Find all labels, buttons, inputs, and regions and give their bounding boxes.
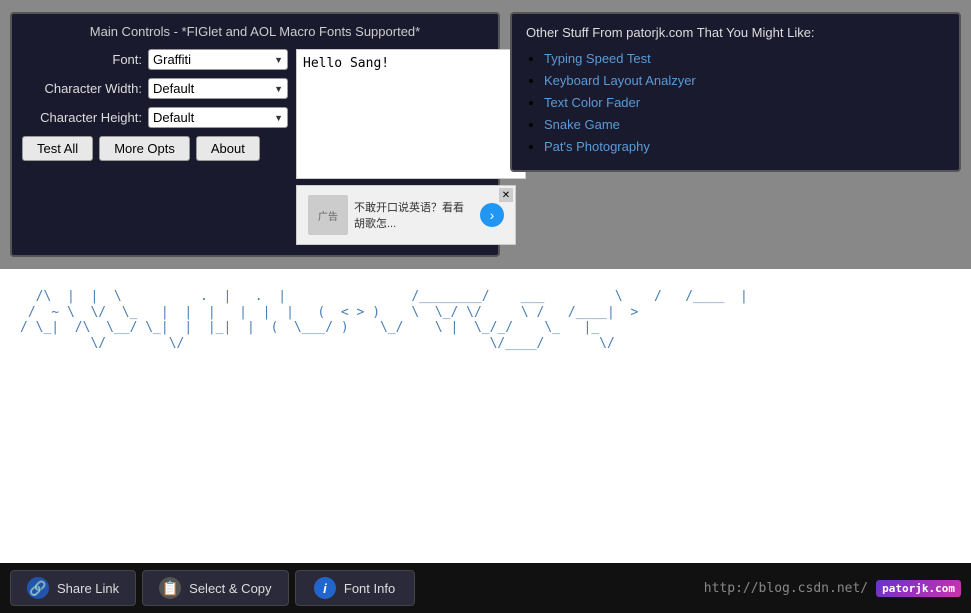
- font-info-label: Font Info: [344, 581, 395, 596]
- share-link-button[interactable]: 🔗 Share Link: [10, 570, 136, 606]
- controls-body: Font: Graffiti Banner Block Bubble Chara…: [22, 49, 488, 245]
- font-row: Font: Graffiti Banner Block Bubble: [22, 49, 288, 70]
- advertisement: ✕ 广告 不敢开口说英语？看看胡歌怎... ›: [296, 185, 516, 245]
- select-copy-button[interactable]: 📋 Select & Copy: [142, 570, 288, 606]
- char-width-select[interactable]: Default Full Fitted: [148, 78, 288, 99]
- font-select[interactable]: Graffiti Banner Block Bubble: [148, 49, 288, 70]
- select-copy-label: Select & Copy: [189, 581, 271, 596]
- list-item: Keyboard Layout Analzyer: [544, 72, 945, 90]
- font-label: Font:: [22, 52, 142, 67]
- char-height-select-wrapper[interactable]: Default Full Fitted: [148, 107, 288, 128]
- font-info-icon: i: [314, 577, 336, 599]
- controls-right-col: Hello Sang! ✕ 广告 不敢开口说英语？看看胡歌怎... ›: [296, 49, 526, 245]
- ad-close-button[interactable]: ✕: [499, 188, 513, 202]
- bottom-url-area: http://blog.csdn.net/ patorjk.com: [704, 580, 961, 597]
- keyboard-layout-link[interactable]: Keyboard Layout Analzyer: [544, 73, 696, 88]
- photography-link[interactable]: Pat's Photography: [544, 139, 650, 154]
- share-link-label: Share Link: [57, 581, 119, 596]
- other-stuff-title: Other Stuff From patorjk.com That You Mi…: [526, 24, 945, 42]
- char-width-select-wrapper[interactable]: Default Full Fitted: [148, 78, 288, 99]
- char-height-row: Character Height: Default Full Fitted: [22, 107, 288, 128]
- char-height-label: Character Height:: [22, 110, 142, 125]
- controls-left: Font: Graffiti Banner Block Bubble Chara…: [22, 49, 288, 245]
- ad-arrow[interactable]: ›: [480, 203, 504, 227]
- main-controls-panel: Main Controls - *FIGlet and AOL Macro Fo…: [10, 12, 500, 257]
- font-select-wrapper[interactable]: Graffiti Banner Block Bubble: [148, 49, 288, 70]
- brand-badge: patorjk.com: [876, 580, 961, 597]
- share-link-icon: 🔗: [27, 577, 49, 599]
- char-width-label: Character Width:: [22, 81, 142, 96]
- bottom-bar: 🔗 Share Link 📋 Select & Copy i Font Info…: [0, 563, 971, 613]
- text-preview-input[interactable]: Hello Sang!: [296, 49, 526, 179]
- about-button[interactable]: About: [196, 136, 260, 161]
- text-color-fader-link[interactable]: Text Color Fader: [544, 95, 640, 110]
- list-item: Snake Game: [544, 116, 945, 134]
- test-all-button[interactable]: Test All: [22, 136, 93, 161]
- main-controls-title: Main Controls - *FIGlet and AOL Macro Fo…: [22, 24, 488, 39]
- top-area: Main Controls - *FIGlet and AOL Macro Fo…: [0, 0, 971, 269]
- ascii-art-display: /\ | | \ . | . | /________/ ___ \ / /___…: [20, 289, 951, 351]
- ad-content: 广告 不敢开口说英语？看看胡歌怎... ›: [308, 195, 504, 235]
- other-stuff-panel: Other Stuff From patorjk.com That You Mi…: [510, 12, 961, 172]
- snake-game-link[interactable]: Snake Game: [544, 117, 620, 132]
- char-width-row: Character Width: Default Full Fitted: [22, 78, 288, 99]
- typing-speed-test-link[interactable]: Typing Speed Test: [544, 51, 651, 66]
- ad-image: 广告: [308, 195, 348, 235]
- select-copy-icon: 📋: [159, 577, 181, 599]
- list-item: Typing Speed Test: [544, 50, 945, 68]
- url-text: http://blog.csdn.net/: [704, 581, 868, 596]
- other-stuff-list: Typing Speed Test Keyboard Layout Analzy…: [526, 50, 945, 156]
- char-height-select[interactable]: Default Full Fitted: [148, 107, 288, 128]
- font-info-button[interactable]: i Font Info: [295, 570, 415, 606]
- buttons-row: Test All More Opts About: [22, 136, 288, 161]
- list-item: Pat's Photography: [544, 138, 945, 156]
- ad-text: 不敢开口说英语？看看胡歌怎...: [354, 199, 474, 231]
- list-item: Text Color Fader: [544, 94, 945, 112]
- more-opts-button[interactable]: More Opts: [99, 136, 190, 161]
- ascii-art-area: /\ | | \ . | . | /________/ ___ \ / /___…: [0, 269, 971, 563]
